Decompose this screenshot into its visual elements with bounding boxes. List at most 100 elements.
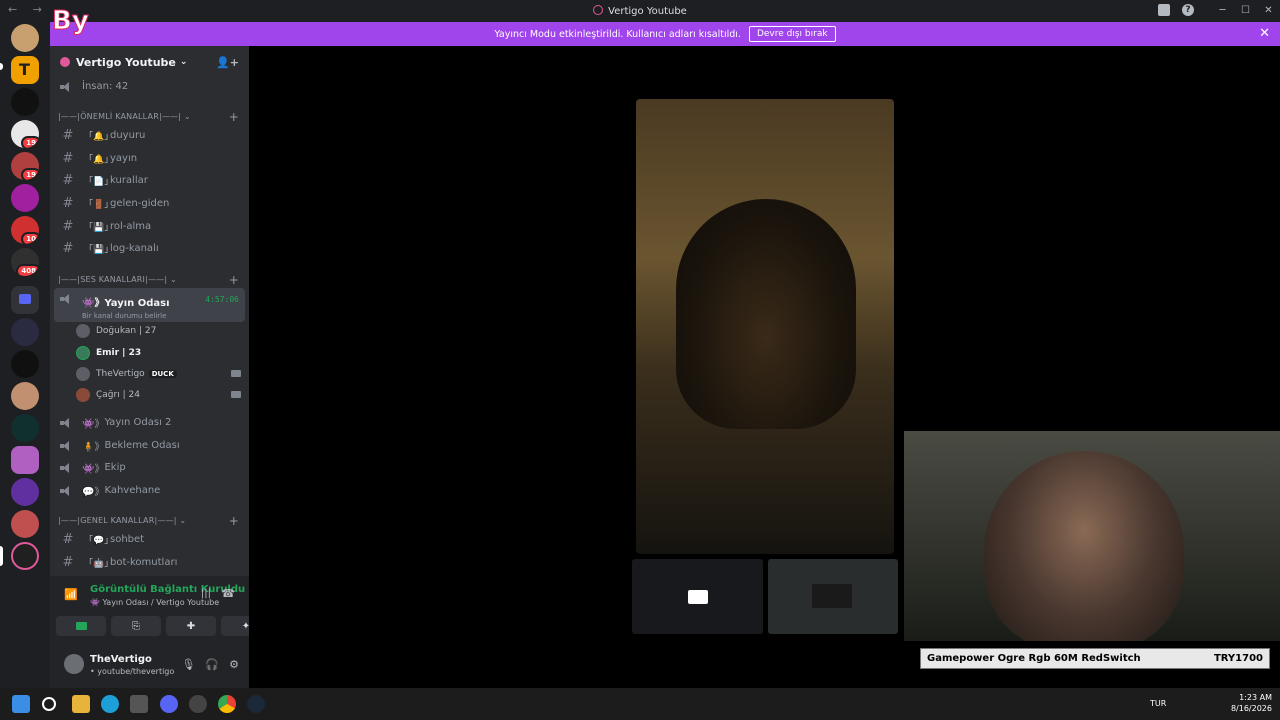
channel-name: Yayın Odası [104, 298, 170, 309]
steam-icon[interactable] [247, 695, 265, 713]
channel-name: bot-komutları [110, 557, 178, 568]
help-icon[interactable]: ? [1182, 4, 1194, 16]
minimize-button[interactable]: ─ [1211, 0, 1234, 22]
user-status[interactable]: • youtube/thevertigo [90, 667, 174, 676]
server-icon-12[interactable] [11, 414, 39, 442]
video-thumbnail[interactable] [632, 559, 763, 634]
voice-user[interactable]: Çağrı | 24 [76, 385, 140, 405]
channel-emoji: 「💾」 [84, 223, 114, 233]
camera-button[interactable] [56, 616, 106, 636]
channel-gelen-giden[interactable]: # 「🚪」 gelen-giden [54, 193, 245, 214]
channel-emoji: 「🤖」 [84, 559, 114, 569]
discord-icon[interactable] [160, 695, 178, 713]
settings-gear-icon[interactable]: ⚙ [229, 658, 239, 671]
start-icon[interactable] [12, 695, 30, 713]
category-general[interactable]: |——|GENEL KANALLAR|——| ⌄ + [58, 514, 243, 528]
voice-user[interactable]: Doğukan | 27 [76, 321, 156, 341]
edge-icon[interactable] [101, 695, 119, 713]
clock[interactable]: 1:23 AM 8/16/2026 [1231, 692, 1272, 714]
speaker-icon [60, 417, 74, 428]
server-icon-active[interactable] [11, 542, 39, 570]
server-icon-3[interactable] [11, 88, 39, 116]
add-user-icon[interactable]: 👤+ [216, 56, 239, 69]
channel-bot-komutlari[interactable]: # 「🤖」 bot-komutları [54, 552, 245, 573]
add-channel-icon[interactable]: + [229, 273, 239, 287]
file-explorer-icon[interactable] [72, 695, 90, 713]
signal-icon[interactable]: 📶 [64, 588, 78, 601]
app-icon[interactable] [189, 695, 207, 713]
microphone-icon[interactable]: 🎙 [181, 658, 195, 671]
channel-status[interactable]: Bir kanal durumu belirle [82, 312, 170, 320]
noise-suppression-icon[interactable]: ||| [201, 588, 211, 599]
language-indicator[interactable]: TUR [1150, 699, 1166, 708]
channel-name: Bekleme Odası [104, 440, 180, 451]
server-icon-11[interactable] [11, 382, 39, 410]
server-icon-4[interactable]: 19 [11, 120, 39, 148]
channel-emoji: 「🚪」 [84, 200, 114, 210]
add-channel-icon[interactable]: + [229, 110, 239, 124]
channel-prefix: 👾》 [82, 419, 105, 430]
channel-yayin[interactable]: # 「🔔」 yayın [54, 148, 245, 169]
maximize-button[interactable]: ☐ [1234, 0, 1257, 22]
server-icon-7[interactable]: 10 [11, 216, 39, 244]
channel-emoji: 「📄」 [84, 177, 114, 187]
server-header[interactable]: Vertigo Youtube ⌄ 👤+ [50, 46, 249, 78]
channel-duyuru[interactable]: # 「🔔」 duyuru [54, 125, 245, 146]
server-icon-13[interactable] [11, 446, 39, 474]
user-name[interactable]: TheVertigo [90, 654, 152, 665]
participant-video [676, 199, 856, 429]
voice-channel-yayin-odasi[interactable]: 👾》Yayın Odası Bir kanal durumu belirle 4… [54, 288, 245, 322]
close-window-button[interactable]: ✕ [1257, 0, 1280, 22]
banner-close-icon[interactable]: ✕ [1259, 26, 1270, 41]
headphones-icon[interactable]: 🎧 [205, 658, 219, 671]
discord-logo-icon [593, 5, 604, 15]
server-icon-14[interactable] [11, 478, 39, 506]
overlay-logo: By [52, 6, 90, 37]
voice-location[interactable]: 👾 Yayın Odası / Vertigo Youtube [90, 598, 219, 607]
main-video-tile[interactable] [636, 99, 894, 554]
member-count-channel[interactable]: İnsan: 42 [54, 76, 245, 97]
user-avatar[interactable] [64, 654, 84, 674]
server-icon-2[interactable]: T [11, 56, 39, 84]
voice-connection-panel: 📶 Görüntülü Bağlantı Kuruldu 👾 Yayın Oda… [50, 576, 271, 688]
disconnect-icon[interactable]: ☎ [221, 587, 235, 600]
server-icon-5[interactable]: 19 [11, 152, 39, 180]
voice-user[interactable]: Emir | 23 [76, 343, 141, 363]
server-icon-6[interactable] [11, 184, 39, 212]
disable-streamer-mode-button[interactable]: Devre dışı bırak [748, 26, 836, 42]
server-icon-9[interactable] [11, 318, 39, 346]
channel-name: yayın [110, 153, 138, 164]
voice-channel[interactable]: 👾》 Ekip [54, 457, 245, 478]
category-label: |——|GENEL KANALLAR|——| [58, 516, 177, 525]
channel-kurallar[interactable]: # 「📄」 kurallar [54, 170, 245, 191]
window-title-text: Vertigo Youtube [608, 6, 687, 17]
user-name: Çağrı | 24 [96, 390, 140, 400]
category-important[interactable]: |——|ÖNEMLİ KANALLAR|——| ⌄ + [58, 110, 243, 124]
voice-channel[interactable]: 🧍》 Bekleme Odası [54, 435, 245, 456]
camera-icon [231, 391, 241, 398]
search-icon[interactable] [42, 697, 56, 711]
video-thumbnail[interactable] [768, 559, 898, 634]
inbox-icon[interactable] [1158, 4, 1170, 16]
voice-user[interactable]: TheVertigo DUCK [76, 364, 177, 384]
voice-channel[interactable]: 💬》 Kahvehane [54, 480, 245, 501]
channel-prefix: 🧍》 [82, 442, 105, 453]
channel-log-kanali[interactable]: # 「💾」 log-kanalı [54, 238, 245, 259]
chrome-icon[interactable] [218, 695, 236, 713]
server-icon-15[interactable] [11, 510, 39, 538]
activities-button[interactable]: ✚ [166, 616, 216, 636]
server-icon-10[interactable] [11, 350, 39, 378]
channel-emoji: 「🔔」 [84, 155, 114, 165]
avatar [76, 324, 90, 338]
channel-emoji: 「🔔」 [84, 132, 114, 142]
server-icon-8[interactable]: 408 [11, 248, 39, 276]
server-folder-icon[interactable] [11, 286, 39, 314]
store-icon[interactable] [130, 695, 148, 713]
category-voice[interactable]: |——|SES KANALLARI|——| ⌄ + [58, 273, 243, 287]
voice-channel[interactable]: 👾》 Yayın Odası 2 [54, 412, 245, 433]
add-channel-icon[interactable]: + [229, 514, 239, 528]
screen-share-button[interactable]: ⎘ [111, 616, 161, 636]
server-icon-1[interactable] [11, 24, 39, 52]
channel-rol-alma[interactable]: # 「💾」 rol-alma [54, 216, 245, 237]
channel-sohbet[interactable]: # 「💬」 sohbet [54, 529, 245, 550]
